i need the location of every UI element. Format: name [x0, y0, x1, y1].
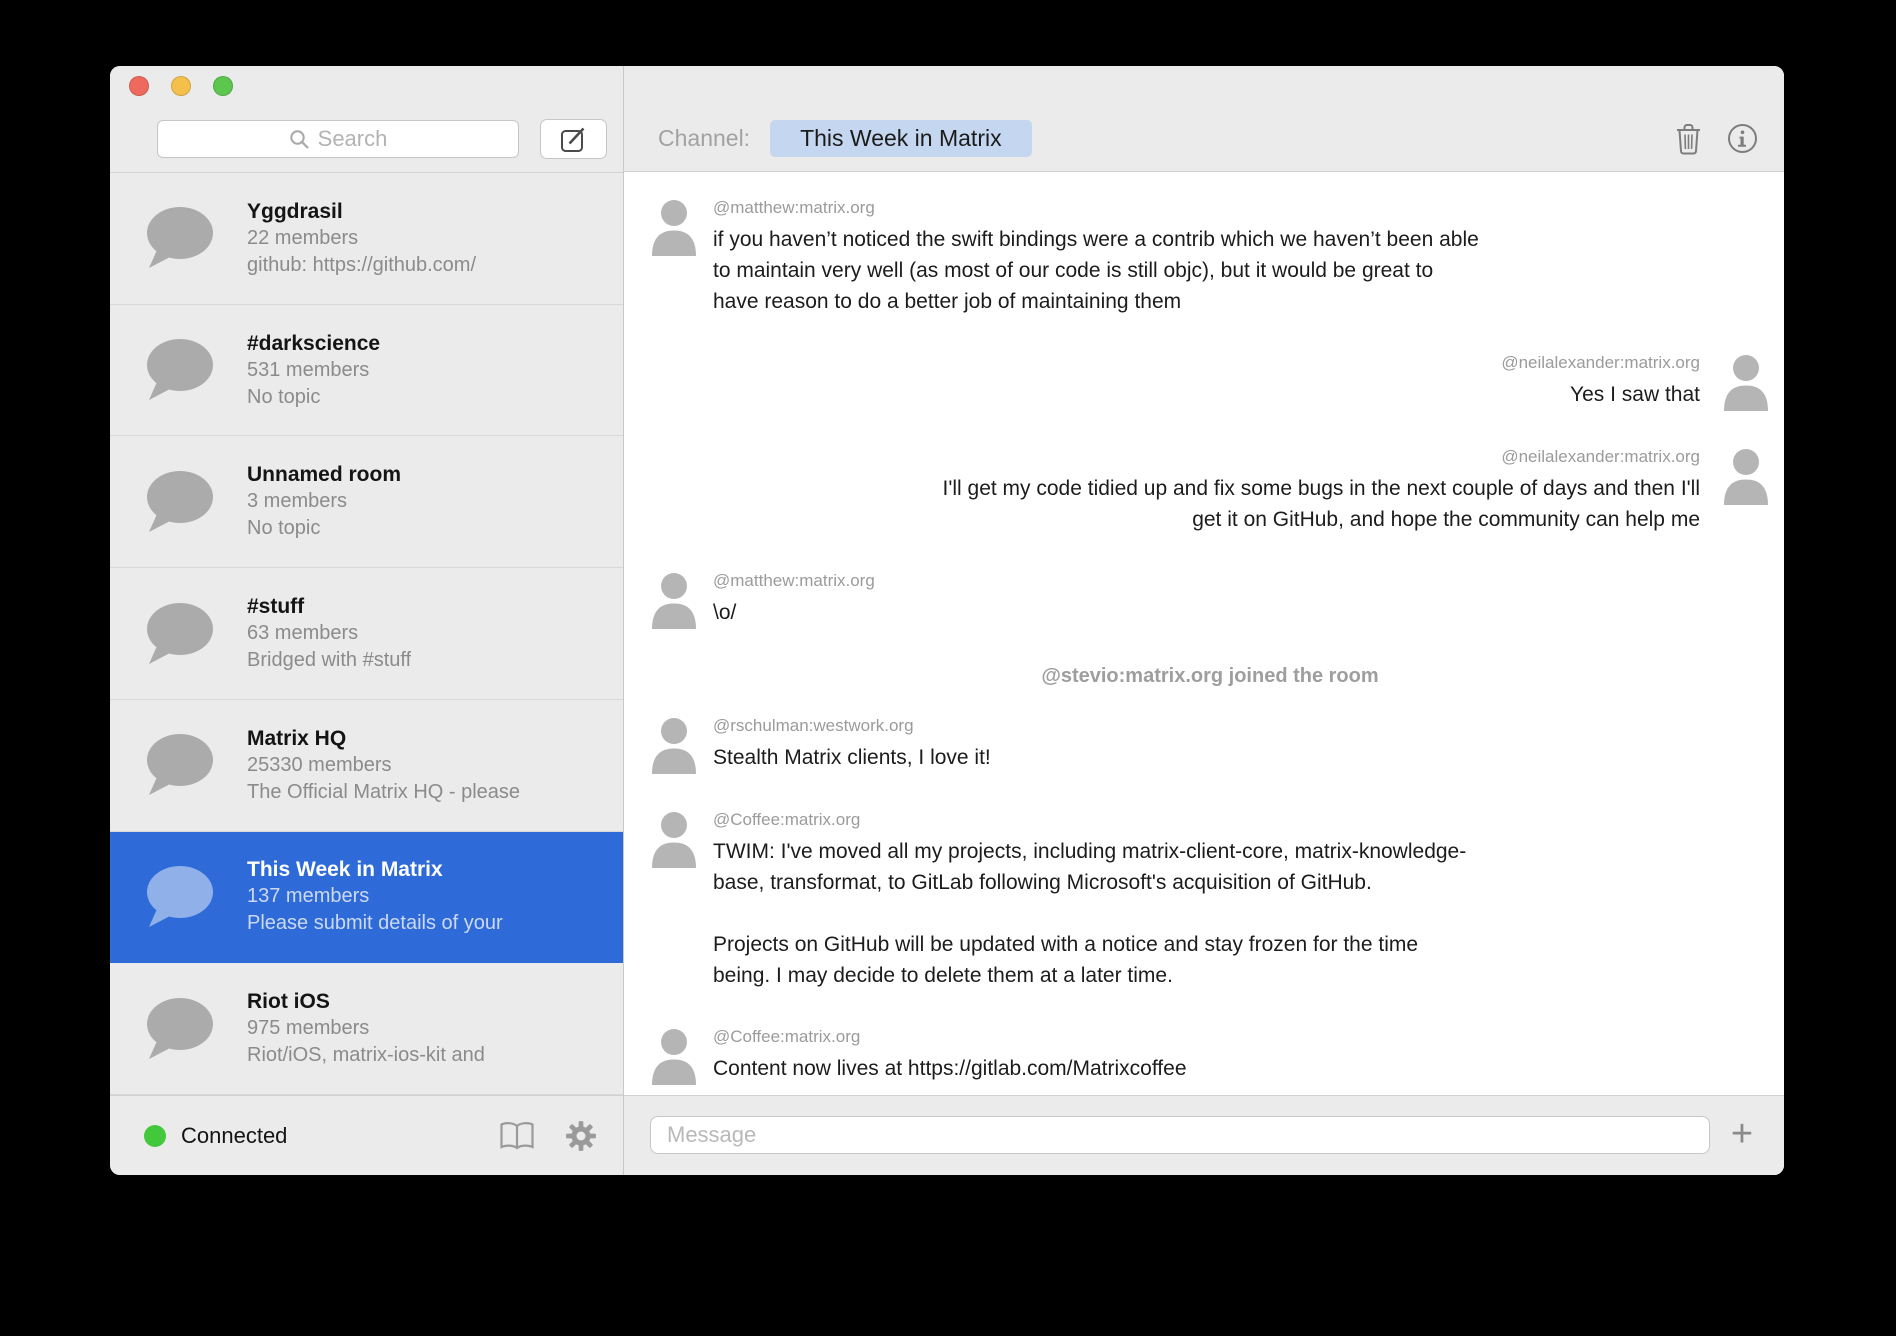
- room-name: Yggdrasil: [247, 198, 476, 225]
- room-member-count: 975 members: [247, 1015, 485, 1042]
- chat-pane: Channel: This Week in Matrix: [624, 66, 1784, 1175]
- message-text: Yes I saw that: [650, 379, 1700, 410]
- message-timeline[interactable]: @matthew:matrix.org if you haven’t notic…: [624, 172, 1784, 1095]
- message-sender: @neilalexander:matrix.org: [650, 353, 1700, 373]
- compose-button[interactable]: [540, 119, 607, 159]
- room-topic: No topic: [247, 515, 401, 542]
- desktop-background: Search Yggdrasil 22 members: [0, 0, 1896, 1336]
- app-window: Search Yggdrasil 22 members: [110, 66, 1784, 1175]
- room-name: #darkscience: [247, 330, 380, 357]
- message-sender: @neilalexander:matrix.org: [650, 447, 1700, 467]
- zoom-window-button[interactable]: [213, 76, 233, 96]
- room-list: Yggdrasil 22 members github: https://git…: [110, 172, 623, 1095]
- search-icon: [289, 129, 310, 150]
- message-sender: @Coffee:matrix.org: [713, 1027, 1770, 1047]
- room-member-count: 3 members: [247, 488, 401, 515]
- room-avatar-bubble-icon: [142, 206, 214, 270]
- room-name: Unnamed room: [247, 461, 401, 488]
- compose-icon: [560, 126, 587, 153]
- message-sender: @matthew:matrix.org: [713, 571, 1770, 591]
- plus-icon: +: [1731, 1113, 1753, 1156]
- sidebar-footer: Connected: [110, 1095, 623, 1175]
- room-list-item-matrix-hq[interactable]: Matrix HQ 25330 members The Official Mat…: [110, 700, 623, 832]
- info-icon: [1727, 123, 1758, 154]
- room-topic: The Official Matrix HQ - please: [247, 779, 520, 806]
- room-avatar-bubble-icon: [142, 997, 214, 1061]
- user-avatar-icon: [1722, 447, 1770, 505]
- room-avatar-bubble-icon: [142, 338, 214, 402]
- user-avatar-icon: [650, 716, 698, 774]
- chat-message: @neilalexander:matrix.org Yes I saw that: [650, 353, 1770, 411]
- gear-icon: [565, 1120, 597, 1152]
- room-list-item-darkscience[interactable]: #darkscience 531 members No topic: [110, 305, 623, 437]
- room-name: This Week in Matrix: [247, 856, 503, 883]
- room-avatar-bubble-icon: [142, 470, 214, 534]
- message-text: Content now lives at https://gitlab.com/…: [713, 1053, 1770, 1084]
- room-list-item-riot-ios[interactable]: Riot iOS 975 members Riot/iOS, matrix-io…: [110, 963, 623, 1095]
- room-member-count: 137 members: [247, 883, 503, 910]
- message-text: I'll get my code tidied up and fix some …: [650, 473, 1700, 535]
- message-sender: @matthew:matrix.org: [713, 198, 1770, 218]
- room-list-item-this-week-in-matrix[interactable]: This Week in Matrix 137 members Please s…: [110, 832, 623, 964]
- window-controls: [129, 76, 233, 96]
- message-sender: @Coffee:matrix.org: [713, 810, 1770, 830]
- user-avatar-icon: [650, 198, 698, 256]
- room-list-item-unnamed-room[interactable]: Unnamed room 3 members No topic: [110, 436, 623, 568]
- room-topic: No topic: [247, 384, 380, 411]
- chat-message: @Coffee:matrix.org TWIM: I've moved all …: [650, 810, 1770, 991]
- channel-name-token[interactable]: This Week in Matrix: [770, 120, 1032, 157]
- minimize-window-button[interactable]: [171, 76, 191, 96]
- search-input[interactable]: Search: [157, 120, 519, 158]
- chat-message: @matthew:matrix.org \o/: [650, 571, 1770, 629]
- room-name: #stuff: [247, 593, 411, 620]
- message-text: if you haven’t noticed the swift binding…: [713, 224, 1770, 317]
- room-member-count: 22 members: [247, 225, 476, 252]
- user-avatar-icon: [650, 1027, 698, 1085]
- settings-button[interactable]: [565, 1120, 597, 1152]
- room-name: Matrix HQ: [247, 725, 520, 752]
- room-member-count: 531 members: [247, 357, 380, 384]
- message-text: \o/: [713, 597, 1770, 628]
- room-topic: Riot/iOS, matrix-ios-kit and: [247, 1042, 485, 1069]
- sidebar-header: Search: [110, 66, 623, 172]
- room-list-item-yggdrasil[interactable]: Yggdrasil 22 members github: https://git…: [110, 173, 623, 305]
- user-avatar-icon: [650, 571, 698, 629]
- room-avatar-bubble-icon: [142, 733, 214, 797]
- room-avatar-bubble-icon: [142, 602, 214, 666]
- close-window-button[interactable]: [129, 76, 149, 96]
- chat-message: @rschulman:westwork.org Stealth Matrix c…: [650, 716, 1770, 774]
- leave-room-button[interactable]: [1675, 123, 1702, 155]
- room-member-count: 25330 members: [247, 752, 520, 779]
- room-name: Riot iOS: [247, 988, 485, 1015]
- room-list-item-stuff[interactable]: #stuff 63 members Bridged with #stuff: [110, 568, 623, 700]
- message-input[interactable]: [650, 1116, 1710, 1154]
- channel-label: Channel:: [658, 125, 750, 152]
- composer-bar: +: [624, 1095, 1784, 1175]
- user-avatar-icon: [650, 810, 698, 868]
- search-placeholder: Search: [318, 126, 388, 152]
- user-avatar-icon: [1722, 353, 1770, 411]
- book-icon: [499, 1121, 535, 1151]
- room-topic: github: https://github.com/: [247, 252, 476, 279]
- message-sender: @rschulman:westwork.org: [713, 716, 1770, 736]
- sidebar: Search Yggdrasil 22 members: [110, 66, 624, 1175]
- message-text: Stealth Matrix clients, I love it!: [713, 742, 1770, 773]
- room-topic: Please submit details of your: [247, 910, 503, 937]
- connection-status-label: Connected: [181, 1123, 287, 1149]
- message-text: TWIM: I've moved all my projects, includ…: [713, 836, 1770, 991]
- trash-icon: [1675, 123, 1702, 155]
- room-membership-notice: @stevio:matrix.org joined the room: [650, 665, 1770, 688]
- room-topic: Bridged with #stuff: [247, 647, 411, 674]
- directory-button[interactable]: [499, 1121, 535, 1151]
- chat-message: @matthew:matrix.org if you haven’t notic…: [650, 198, 1770, 317]
- attach-button[interactable]: +: [1722, 1110, 1762, 1158]
- chat-message: @neilalexander:matrix.org I'll get my co…: [650, 447, 1770, 535]
- connection-status-icon: [144, 1125, 166, 1147]
- chat-header: Channel: This Week in Matrix: [624, 66, 1784, 172]
- room-avatar-bubble-icon: [142, 865, 214, 929]
- room-info-button[interactable]: [1727, 123, 1758, 154]
- room-member-count: 63 members: [247, 620, 411, 647]
- chat-message: @Coffee:matrix.org Content now lives at …: [650, 1027, 1770, 1085]
